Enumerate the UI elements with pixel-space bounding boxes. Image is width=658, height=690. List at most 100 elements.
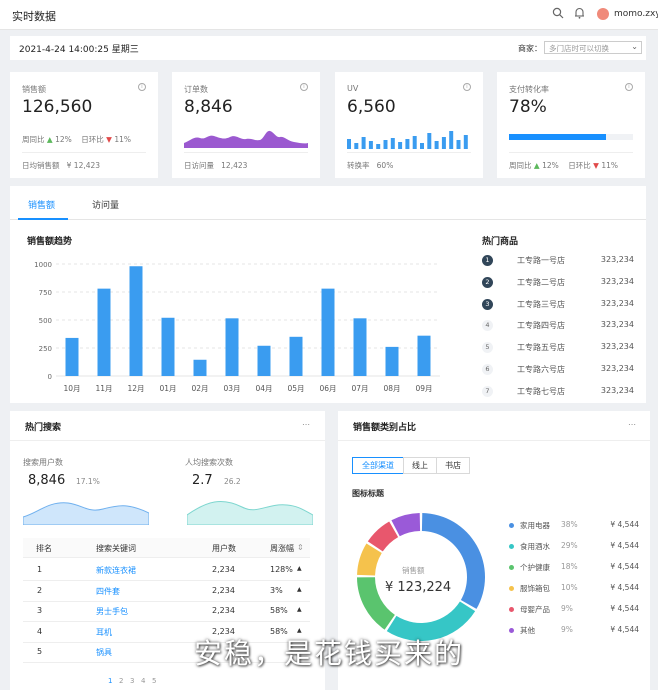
- search-users-change: 17.1%: [76, 477, 100, 486]
- hot-product-item[interactable]: 3 工专路三号店 323,234: [482, 298, 634, 318]
- col-rank: 排名: [36, 544, 52, 553]
- legend-item[interactable]: 食用酒水 29% ¥ 4,544: [509, 541, 639, 555]
- footer-value: 12,423: [221, 161, 248, 170]
- info-icon[interactable]: i: [463, 83, 471, 91]
- bar-08月[interactable]: [385, 346, 399, 376]
- category-donut-chart: [357, 513, 485, 641]
- rank-badge: 3: [482, 298, 493, 310]
- x-tick-label: 05月: [287, 384, 304, 393]
- bar-12月[interactable]: [129, 266, 143, 376]
- donut-slice[interactable]: [367, 521, 399, 552]
- row-rank: 3: [37, 606, 43, 615]
- legend-item[interactable]: 母婴产品 9% ¥ 4,544: [509, 604, 639, 618]
- donut-slice[interactable]: [391, 513, 421, 537]
- bar-07月[interactable]: [353, 318, 367, 376]
- bar-11月[interactable]: [97, 288, 111, 376]
- product-name: 工专路四号店: [517, 321, 565, 331]
- top-bar: 实时数据 momo.zxy: [0, 0, 658, 30]
- uv-spark-bar: [441, 137, 446, 149]
- legend-amount: ¥ 4,544: [610, 604, 639, 613]
- wow-value: 12%: [542, 161, 559, 170]
- segment-bookstore[interactable]: 书店: [436, 457, 470, 474]
- bar-04月[interactable]: [257, 345, 271, 376]
- page-number[interactable]: 4: [141, 677, 145, 685]
- donut-slice[interactable]: [357, 543, 382, 576]
- x-tick-label: 02月: [191, 384, 208, 393]
- card-value: 6,560: [347, 97, 396, 117]
- page-number[interactable]: 1: [108, 677, 112, 685]
- bar-06月[interactable]: [321, 288, 335, 376]
- page-number[interactable]: 2: [119, 677, 123, 685]
- row-change: 3%: [270, 585, 283, 595]
- uv-spark-bar: [368, 141, 373, 149]
- row-keyword-link[interactable]: 新款连衣裙: [96, 565, 136, 576]
- col-change[interactable]: 周涨幅: [270, 543, 294, 554]
- footer-value: ¥ 12,423: [66, 161, 101, 170]
- footer-label: 日均销售额: [22, 161, 60, 170]
- store-select-placeholder: 多门店时可以切换: [549, 44, 609, 53]
- up-arrow-icon: ▲: [297, 565, 302, 572]
- hot-product-item[interactable]: 6 工专路六号店 323,234: [482, 363, 634, 383]
- search-icon[interactable]: [552, 7, 564, 22]
- page-number[interactable]: 5: [152, 677, 156, 685]
- page-number[interactable]: 3: [130, 677, 134, 685]
- rank-badge: 4: [482, 320, 493, 332]
- hot-product-item[interactable]: 1 工专路一号店 323,234: [482, 254, 634, 274]
- row-keyword-link[interactable]: 男士手包: [96, 606, 128, 617]
- hot-product-item[interactable]: 7 工专路七号店 323,234: [482, 385, 634, 405]
- uv-spark-bar: [463, 135, 468, 149]
- category-subtitle: 图标标题: [352, 489, 384, 498]
- info-icon[interactable]: i: [138, 83, 146, 91]
- legend-item[interactable]: 个护健康 18% ¥ 4,544: [509, 562, 639, 576]
- product-name: 工专路一号店: [517, 256, 565, 265]
- sort-icon[interactable]: ⇕: [297, 543, 304, 552]
- card-trend: 周同比 ▲ 12% 日环比 ▼ 11%: [22, 134, 131, 145]
- orders-card: 订单数 i 8,846 日访问量 12,423: [172, 72, 320, 178]
- x-tick-label: 03月: [223, 384, 240, 393]
- product-value: 323,234: [600, 342, 634, 352]
- page-title: 实时数据: [12, 10, 56, 23]
- down-arrow-icon: ▼: [593, 161, 599, 170]
- card-label: 销售额: [22, 85, 46, 94]
- up-arrow-icon: ▲: [533, 161, 540, 170]
- legend-item[interactable]: 服饰箱包 10% ¥ 4,544: [509, 583, 639, 597]
- bar-10月[interactable]: [65, 337, 79, 376]
- user-name[interactable]: momo.zxy: [614, 9, 658, 19]
- bar-01月[interactable]: [161, 317, 175, 376]
- col-users[interactable]: 用户数: [212, 543, 236, 554]
- hot-product-item[interactable]: 4 工专路四号店 323,234: [482, 319, 634, 339]
- more-icon[interactable]: ⋯: [302, 420, 310, 429]
- legend-amount: ¥ 4,544: [610, 562, 639, 571]
- segment-online[interactable]: 线上: [403, 457, 437, 474]
- bar-09月[interactable]: [417, 335, 431, 376]
- bar-02月[interactable]: [193, 359, 207, 376]
- more-icon[interactable]: ⋯: [628, 420, 636, 429]
- rank-badge: 2: [482, 276, 493, 288]
- info-icon[interactable]: i: [300, 83, 308, 91]
- tab-sales[interactable]: 销售额: [28, 198, 55, 211]
- hot-product-item[interactable]: 2 工专路二号店 323,234: [482, 276, 634, 296]
- hot-products-title: 热门商品: [482, 237, 519, 247]
- legend-dot: [509, 544, 514, 549]
- segment-all-channels[interactable]: 全部渠道: [352, 457, 404, 474]
- store-select[interactable]: 多门店时可以切换 ⌄: [544, 41, 642, 54]
- hot-product-item[interactable]: 5 工专路五号店 323,234: [482, 341, 634, 361]
- sales-panel: 销售额 访问量 销售额趋势 0 250 500 750 1000 10月 11月 12月 01月…: [10, 186, 646, 403]
- row-rank: 2: [37, 585, 43, 595]
- legend-percent: 9%: [561, 604, 573, 613]
- search-users-value: 8,846: [28, 473, 66, 488]
- uv-spark-bar: [361, 137, 366, 149]
- info-icon[interactable]: i: [625, 83, 633, 91]
- bar-05月[interactable]: [289, 336, 303, 376]
- bar-03月[interactable]: [225, 318, 239, 376]
- avatar[interactable]: [597, 8, 609, 20]
- uv-spark-bar: [354, 143, 359, 149]
- product-value: 323,234: [600, 364, 634, 373]
- legend-amount: ¥ 4,544: [610, 520, 639, 529]
- bell-icon[interactable]: [574, 7, 585, 22]
- tab-visits[interactable]: 访问量: [92, 198, 119, 211]
- legend-item[interactable]: 家用电器 38% ¥ 4,544: [509, 520, 639, 534]
- row-keyword-link[interactable]: 四件套: [96, 586, 120, 597]
- uv-spark-bar: [383, 140, 388, 149]
- orders-area-sparkline: [184, 130, 308, 148]
